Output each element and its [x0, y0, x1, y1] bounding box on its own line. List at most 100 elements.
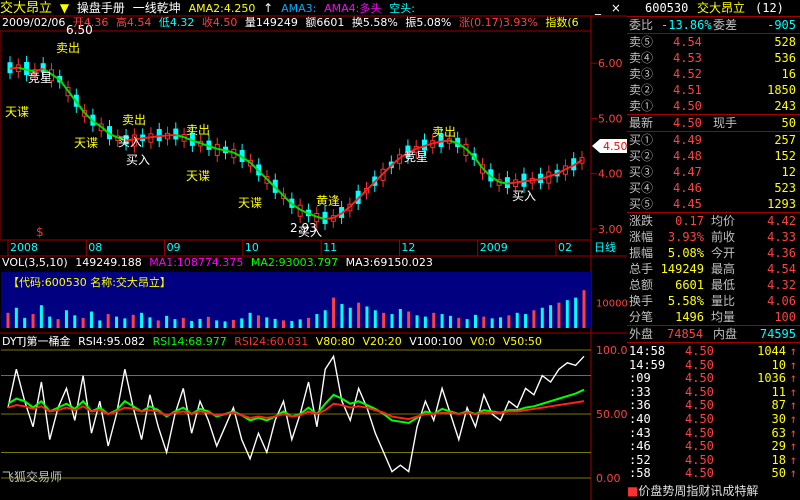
stat-value: 149249 — [660, 262, 704, 276]
latest-row: 最新 4.50 现手 50 — [627, 115, 800, 131]
stat-row: 总额 6601 最低 4.32 — [627, 277, 800, 293]
chart-annotation: 天谍 — [238, 196, 262, 210]
buy-volume: 523 — [774, 181, 796, 195]
dropdown-arrow-icon[interactable]: ▼ — [60, 1, 69, 15]
stat-label: 均量 — [711, 310, 736, 324]
stat-label: 分笔 — [629, 310, 654, 324]
close-icon[interactable]: × — [611, 1, 621, 15]
stat-label: 总手 — [629, 262, 654, 276]
up-arrow-icon: ↑ — [789, 357, 797, 372]
v80-readout: V80:80 — [315, 335, 355, 348]
latest-label: 最新 — [629, 116, 654, 130]
sell-price: 4.53 — [673, 51, 702, 65]
stat-value: 4.54 — [767, 262, 796, 276]
quote-index: 指数(6 — [545, 16, 579, 29]
stat-label: 涨跌 — [629, 214, 654, 228]
rsi-axis-label: 100.00 — [596, 344, 627, 357]
quote-vol: 量149249 — [244, 16, 298, 29]
buy-price: 4.46 — [673, 181, 702, 195]
up-arrow-icon: ↑ — [263, 1, 274, 15]
stat-value: 4.32 — [767, 278, 796, 292]
volume-bar — [231, 319, 235, 328]
tick-price: 4.50 — [685, 398, 714, 413]
menu-caopan[interactable]: 操盘手册 — [77, 1, 125, 15]
up-arrow-icon: ↑ — [789, 425, 797, 440]
volume-bar — [14, 307, 18, 328]
tick-row: 14:58 4.50 1044 ↑ — [627, 344, 800, 358]
volume-bar — [515, 312, 519, 328]
tick-time: :46 — [629, 439, 651, 454]
volume-bar — [473, 314, 477, 328]
volume-bar — [457, 317, 461, 328]
tick-price: 4.50 — [685, 452, 714, 467]
chart-area[interactable]: 6.005.004.003.006.50卖出竞星天谍卖出天谍 买入卖出买入天谍天谍… — [0, 0, 627, 500]
volume-bar — [574, 297, 578, 328]
sell-price: 4.51 — [673, 83, 702, 97]
chart-annotation: 天谍 — [186, 169, 210, 183]
weicha-value: -905 — [767, 18, 796, 32]
volume-bar — [499, 317, 503, 328]
weibi-value: -13.86% — [661, 18, 712, 32]
quote-change: 涨(0.17)3.93% — [458, 16, 538, 29]
date-axis-label: 02 — [558, 241, 572, 254]
volume-bar — [173, 319, 177, 328]
volume-bar — [198, 318, 202, 328]
volume-bar — [532, 310, 536, 328]
buy-row: 买① 4.49 257 — [627, 132, 800, 148]
volume-bar — [265, 317, 269, 328]
volume-bar — [373, 310, 377, 328]
stat-value: 5.58% — [667, 294, 704, 308]
minimize-icon[interactable]: _ — [595, 1, 601, 15]
vol-ma3: MA3:69150.023 — [345, 256, 433, 269]
volume-bar — [165, 315, 169, 328]
tick-price: 4.50 — [685, 371, 714, 386]
volume-bar — [565, 300, 569, 328]
volume-bar — [6, 312, 10, 328]
volume-bar — [106, 314, 110, 328]
volume-bar — [415, 315, 419, 328]
stat-label: 振幅 — [629, 246, 654, 260]
volume-bar — [540, 307, 544, 328]
chart-annotation: 天谍 — [74, 136, 98, 150]
volume-bar — [407, 311, 411, 328]
volume-bar — [323, 310, 327, 328]
volume-bar — [357, 302, 361, 328]
bottom-menu-label[interactable]: 价盘势周指财讯成特解 — [638, 484, 758, 498]
buy-label: 买① — [629, 133, 654, 147]
buy-price: 4.45 — [673, 197, 702, 211]
menu-yixian[interactable]: 一线乾坤 — [133, 1, 181, 15]
volume-bar — [56, 319, 60, 328]
volume-bar — [524, 314, 528, 328]
volume-banner: 【代码:600530 名称:交大昂立】 — [8, 275, 171, 289]
tick-row: :33 4.50 11 ↑ — [627, 385, 800, 399]
sell-volume: 16 — [781, 67, 796, 81]
up-arrow-icon: ↑ — [789, 384, 797, 399]
panel-title: 600530 交大昂立 (12) — [627, 0, 800, 16]
vol-value: 149249.188 — [75, 256, 142, 269]
chart-annotation: 买入 — [126, 153, 150, 167]
candle-body — [173, 128, 179, 140]
stat-label: 最高 — [711, 262, 736, 276]
stat-label: 量比 — [711, 294, 736, 308]
ama-line-segment — [532, 178, 541, 182]
tick-volume: 11 — [771, 384, 786, 399]
stat-row: 涨幅 3.93% 前收 4.33 — [627, 229, 800, 245]
stat-value: 4.06 — [767, 294, 796, 308]
volume-bar — [73, 315, 77, 328]
volume-bar — [223, 321, 227, 328]
buy-row: 买④ 4.46 523 — [627, 180, 800, 196]
chart-annotation: 买入 — [298, 225, 322, 239]
tick-time: :36 — [629, 398, 651, 413]
volume-bar — [206, 316, 210, 328]
chart-annotation: 竞星 — [28, 71, 52, 85]
date-axis-label: 11 — [323, 241, 337, 254]
xianshou-value: 50 — [781, 116, 796, 130]
bottom-menu[interactable]: ■价盘势周指财讯成特解 — [627, 482, 800, 500]
volume-bar — [98, 320, 102, 328]
buy-price: 4.47 — [673, 165, 702, 179]
date-axis-label: 2008 — [10, 241, 38, 254]
tick-volume: 30 — [771, 412, 786, 426]
tick-row: :36 4.50 87 ↑ — [627, 398, 800, 412]
stat-value: 4.42 — [767, 214, 796, 228]
top-toolbar: 交大昂立 ▼ 操盘手册 一线乾坤 AMA2:4.250 ↑ AMA3: AMA4… — [0, 0, 419, 16]
